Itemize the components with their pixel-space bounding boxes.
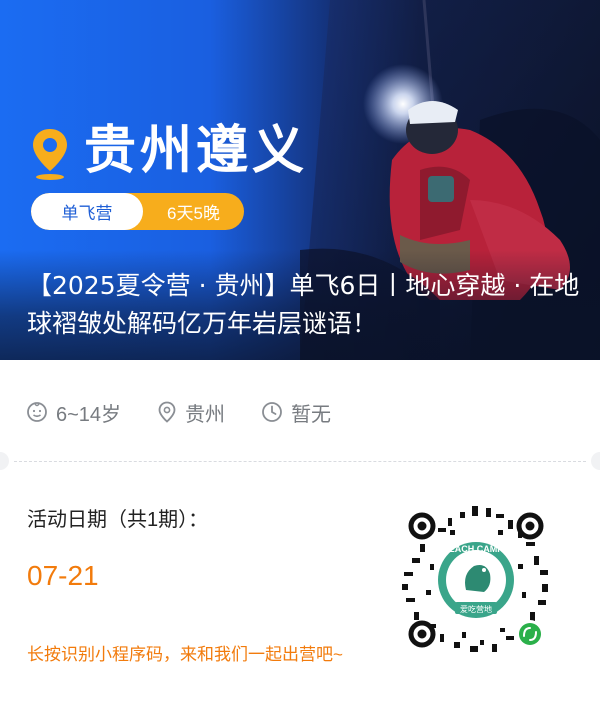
qr-hint: 长按识别小程序码，来和我们一起出营吧~ (27, 645, 343, 664)
mini-program-qr-code[interactable]: EACH CAMP 爱吃营地 (400, 504, 552, 656)
clock-icon (262, 402, 282, 422)
map-pin-icon (158, 401, 176, 423)
location-text: 贵州 (185, 403, 226, 426)
ticket-notch-left (0, 452, 9, 470)
qr-brand-text: EACH CAMP (449, 544, 504, 554)
age-range: 6~14岁 (26, 398, 121, 427)
destination-title: 贵州遵义 (84, 121, 309, 181)
qr-brand-cn-text: 爱吃营地 (460, 604, 492, 614)
camp-meta: 6~14岁 贵州 暂无 (26, 392, 367, 432)
location: 贵州 (157, 398, 225, 427)
hero-banner: 贵州遵义 单飞营 6天5晚 【2025夏令营 · 贵州】单飞6日丨地心穿越 · … (0, 0, 600, 360)
camp-type-label: 单飞营 (31, 193, 143, 230)
ticket-notch-right (591, 452, 600, 470)
time-text: 暂无 (291, 403, 332, 426)
camp-headline: 【2025夏令营 · 贵州】单飞6日丨地心穿越 · 在地球褶皱处解码亿万年岩层谜… (27, 271, 580, 338)
time: 暂无 (261, 398, 331, 427)
schedule-date: 07-21 (27, 560, 99, 591)
duration-label: 6天5晚 (167, 204, 220, 223)
camp-type-pill: 单飞营 6天5晚 (31, 193, 244, 230)
child-face-icon (27, 402, 47, 422)
location-pin-icon (33, 129, 67, 180)
schedule-label: 活动日期（共1期）： (27, 509, 209, 531)
dashed-divider (14, 461, 586, 462)
age-range-text: 6~14岁 (56, 403, 122, 426)
